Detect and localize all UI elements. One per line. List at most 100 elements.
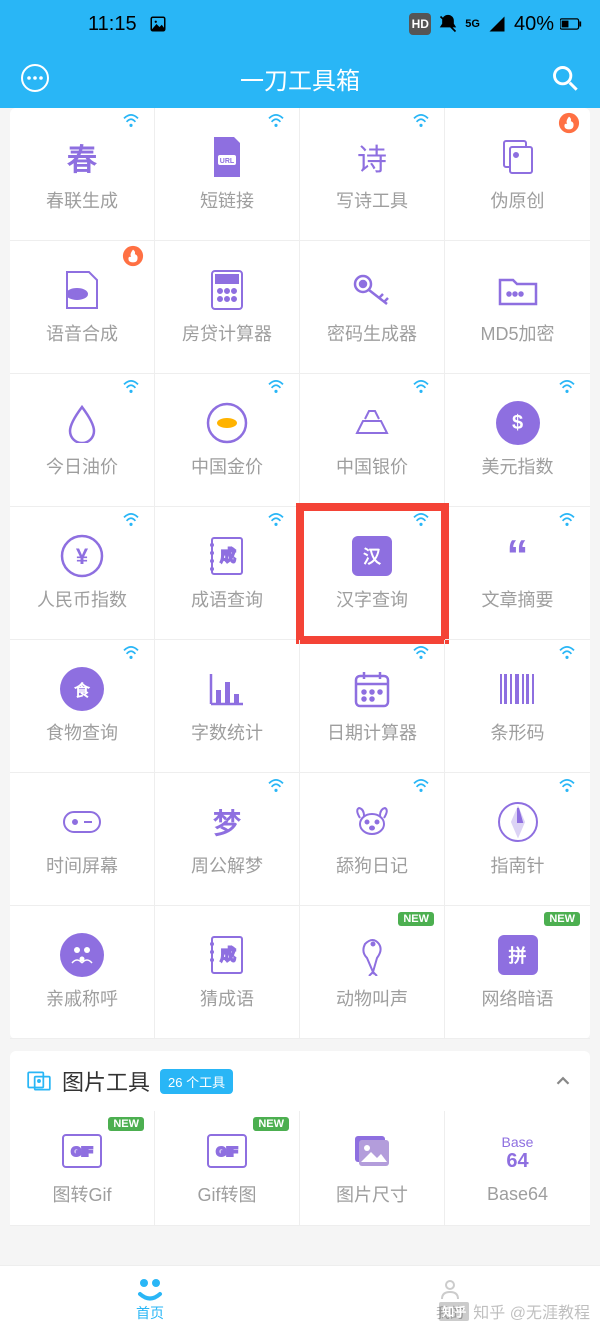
tool-folder[interactable]: MD5加密	[445, 241, 590, 374]
bird-icon	[350, 933, 394, 977]
wifi-icon	[412, 380, 430, 394]
image-section-count: 26 个工具	[160, 1069, 233, 1094]
tool-label: 周公解梦	[191, 852, 263, 878]
status-time: 11:15	[88, 13, 137, 36]
tool-label: 时间屏幕	[46, 852, 118, 878]
tool-label: 短链接	[200, 187, 254, 213]
copy-icon	[496, 135, 540, 179]
tool-pin[interactable]: NEW拼网络暗语	[445, 906, 590, 1039]
b64-icon: Base64	[496, 1132, 540, 1176]
tool-copy[interactable]: 伪原创	[445, 108, 590, 241]
tool-yen[interactable]: ¥ 人民币指数	[10, 507, 155, 640]
tool-food[interactable]: 食食物查询	[10, 640, 155, 773]
hd-icon: HD	[409, 13, 431, 35]
tool-label: 图转Gif	[52, 1181, 111, 1207]
tool-label: 日期计算器	[327, 719, 417, 745]
dollar-icon: $	[496, 401, 540, 445]
tool-meng[interactable]: 梦周公解梦	[155, 773, 300, 906]
tool-silver[interactable]: 中国银价	[300, 374, 445, 507]
cal-icon	[350, 667, 394, 711]
wifi-icon	[122, 646, 140, 660]
tool-chart[interactable]: 字数统计	[155, 640, 300, 773]
calc-icon	[205, 268, 249, 312]
tool-label: 条形码	[491, 719, 545, 745]
tool-dog[interactable]: 舔狗日记	[300, 773, 445, 906]
signal-icon	[486, 13, 508, 35]
tool-key[interactable]: 密码生成器	[300, 241, 445, 374]
battery-icon	[560, 13, 582, 35]
tool-label: 中国金价	[191, 453, 263, 479]
tool-quote[interactable]: “文章摘要	[445, 507, 590, 640]
tool-gold[interactable]: 中国金价	[155, 374, 300, 507]
hot-badge-icon	[558, 112, 580, 134]
tool-label: 食物查询	[46, 719, 118, 745]
new-badge: NEW	[398, 912, 434, 926]
tool-compass[interactable]: 指南针	[445, 773, 590, 906]
wifi-icon	[558, 779, 576, 793]
tool-barcode[interactable]: 条形码	[445, 640, 590, 773]
tool-han[interactable]: 汉汉字查询	[300, 507, 445, 640]
imgtool-gif[interactable]: NEW GIF Gif转图	[155, 1111, 300, 1226]
mute-icon	[437, 13, 459, 35]
meng-icon: 梦	[205, 800, 249, 844]
wifi-icon	[558, 513, 576, 527]
nav-home[interactable]: 首页	[0, 1266, 300, 1333]
tool-label: 舔狗日记	[336, 852, 408, 878]
svg-text:GIF: GIF	[71, 1144, 93, 1159]
tool-label: Gif转图	[197, 1181, 256, 1207]
tool-label: 猜成语	[200, 985, 254, 1011]
dog-icon	[350, 800, 394, 844]
tool-bird[interactable]: NEW动物叫声	[300, 906, 445, 1039]
search-button[interactable]	[548, 61, 582, 95]
tool-family[interactable]: 亲戚称呼	[10, 906, 155, 1039]
image-section-title: 图片工具	[62, 1065, 150, 1097]
tool-label: 美元指数	[482, 453, 554, 479]
img-icon	[350, 1129, 394, 1173]
gif-icon: GIF	[205, 1129, 249, 1173]
shi-icon: 诗	[350, 135, 394, 179]
image-indicator-icon	[147, 13, 169, 35]
new-badge: NEW	[108, 1117, 144, 1131]
imgtool-img[interactable]: 图片尺寸	[300, 1111, 445, 1226]
tool-label: 人民币指数	[37, 586, 127, 612]
wifi-icon	[412, 513, 430, 527]
new-badge: NEW	[253, 1117, 289, 1131]
wifi-icon	[122, 114, 140, 128]
tool-guess[interactable]: 成猜成语	[155, 906, 300, 1039]
tool-label: 汉字查询	[336, 586, 408, 612]
hot-badge-icon	[122, 245, 144, 267]
drop-icon	[60, 401, 104, 445]
tool-label: 今日油价	[46, 453, 118, 479]
battery-text: 40%	[514, 13, 554, 36]
yen-icon: ¥	[60, 534, 104, 578]
tool-label: 春联生成	[46, 187, 118, 213]
svg-text:GIF: GIF	[216, 1144, 238, 1159]
svg-text:成: 成	[220, 547, 236, 565]
wifi-icon	[412, 779, 430, 793]
imgtool-b64[interactable]: Base64Base64	[445, 1111, 590, 1226]
tool-shi[interactable]: 诗写诗工具	[300, 108, 445, 241]
tool-calc[interactable]: 房贷计算器	[155, 241, 300, 374]
tool-drop[interactable]: 今日油价	[10, 374, 155, 507]
key-icon	[350, 268, 394, 312]
tool-dollar[interactable]: $ 美元指数	[445, 374, 590, 507]
tool-mp3[interactable]: MP3语音合成	[10, 241, 155, 374]
silver-icon	[350, 401, 394, 445]
image-tools-section-header[interactable]: 图片工具 26 个工具	[10, 1051, 590, 1111]
pin-icon: 拼	[496, 933, 540, 977]
tool-url[interactable]: URL短链接	[155, 108, 300, 241]
tool-label: 伪原创	[491, 187, 545, 213]
guess-icon: 成	[205, 933, 249, 977]
svg-text:成: 成	[220, 946, 236, 964]
imgtool-gif[interactable]: NEW GIF 图转Gif	[10, 1111, 155, 1226]
image-tools-grid: NEW GIF 图转Gif NEW GIF Gif转图 图片尺寸Base64Base64	[10, 1111, 590, 1226]
tool-cal[interactable]: 日期计算器	[300, 640, 445, 773]
more-button[interactable]	[18, 61, 52, 95]
tool-clock[interactable]: 时间屏幕	[10, 773, 155, 906]
tool-label: 字数统计	[191, 719, 263, 745]
svg-text:¥: ¥	[76, 544, 89, 569]
tool-label: 成语查询	[191, 586, 263, 612]
nav-home-label: 首页	[136, 1303, 164, 1323]
tool-cheng[interactable]: 成成语查询	[155, 507, 300, 640]
tool-chun[interactable]: 春春联生成	[10, 108, 155, 241]
